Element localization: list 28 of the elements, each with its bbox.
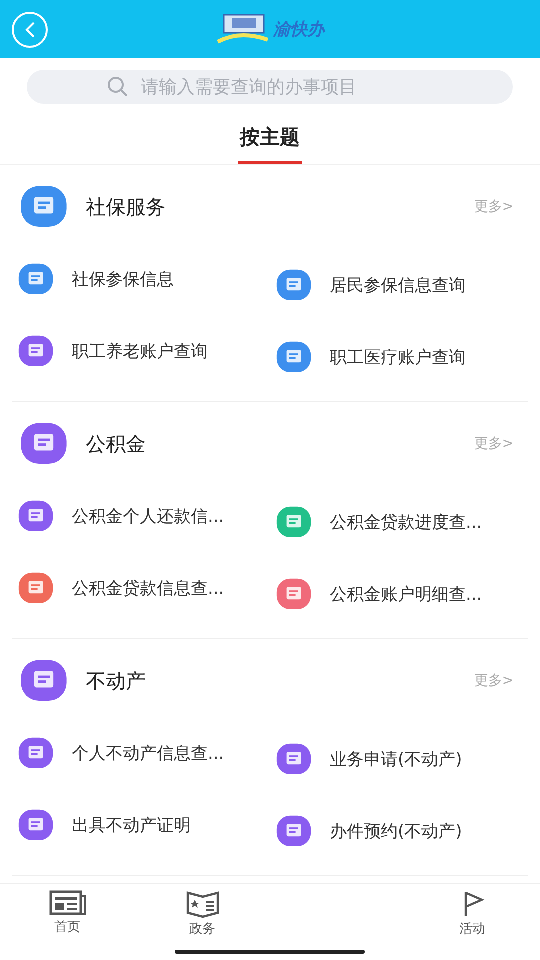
nav-tab[interactable]: 首页 [0,884,135,944]
topic-tab[interactable]: 按主题 [238,124,302,164]
section-title: 公积金 [86,430,147,458]
section-title: 社保服务 [86,194,167,220]
search-input[interactable]: 请输入需要查询的办事项目 [139,76,433,98]
newspaper-icon [48,890,86,916]
logo-text: 渝快办 [274,18,324,40]
service-item[interactable]: 业务申请(不动产) [270,723,528,795]
back-icon [24,21,36,39]
service-item[interactable]: 社保参保信息 [12,249,270,309]
nav-tab[interactable]: 政务 [135,884,270,944]
service-item[interactable]: 职工医疗账户查询 [270,321,528,393]
search-icon [107,76,129,98]
logo-icon [216,12,270,46]
service-item[interactable]: 公积金贷款信息查... [12,558,270,618]
section-title: 不动产 [86,668,147,694]
book-icon [186,890,220,918]
back-button[interactable] [12,12,48,48]
service-item[interactable]: 公积金账户明细查... [270,558,528,630]
service-item[interactable]: 公积金贷款进度查... [270,486,528,558]
nav-tab[interactable]: 活动 [405,884,540,944]
service-item[interactable]: 办件预约(不动产) [270,795,528,867]
service-item[interactable]: 居民参保信息查询 [270,249,528,321]
search-field[interactable]: 请输入需要查询的办事项目 [27,70,513,104]
service-item[interactable]: 出具不动产证明 [12,795,270,855]
service-item[interactable]: 职工养老账户查询 [12,321,270,381]
service-item[interactable]: 个人不动产信息查... [12,723,270,783]
service-item[interactable]: 公积金个人还款信... [12,486,270,546]
